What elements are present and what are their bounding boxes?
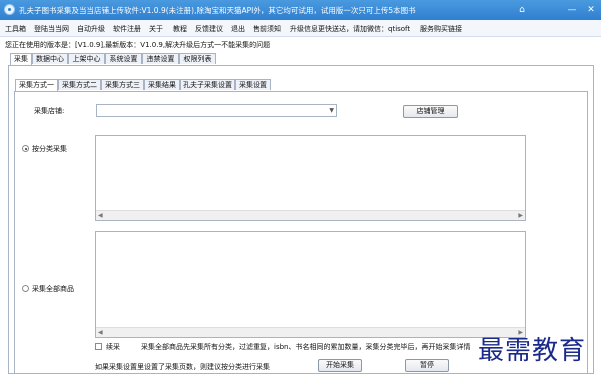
menu-tutorial[interactable]: 教程 xyxy=(173,24,187,34)
store-manage-button[interactable]: 店铺管理 xyxy=(403,105,458,118)
tab-kongfuzi-settings[interactable]: 孔夫子采集设置 xyxy=(180,79,235,90)
all-products-radio[interactable] xyxy=(22,285,29,292)
menu-purchase-link[interactable]: 服务购买链接 xyxy=(420,24,462,34)
tab-collect-results[interactable]: 采集结果 xyxy=(144,79,180,90)
page-limit-hint: 如果采集设置里设置了采集页数，则建议按分类进行采集 xyxy=(95,363,270,371)
menu-toolbox[interactable]: 工具箱 xyxy=(5,24,26,34)
watermark: 最需教育 xyxy=(478,336,587,366)
all-products-info: 采集全部商品先采集所有分类，过滤重复，isbn、书名相同的累加数量，采集分类完毕… xyxy=(141,343,471,351)
menu-wechat-info[interactable]: 升级信息更快送达，请加微信：qtisoft xyxy=(290,24,410,34)
menu-about[interactable]: 关于 xyxy=(149,24,163,34)
by-category-label: 按分类采集 xyxy=(32,145,67,153)
tab-permission-list[interactable]: 权限列表 xyxy=(179,53,216,64)
category-list[interactable]: ◀ ▶ xyxy=(95,135,526,221)
scroll-right-icon[interactable]: ▶ xyxy=(518,212,523,219)
chevron-down-icon: ▼ xyxy=(329,107,334,114)
store-select[interactable]: ▼ xyxy=(96,104,337,117)
continue-label: 续采 xyxy=(106,343,120,351)
menu-presale[interactable]: 售前须知 xyxy=(253,24,281,34)
menu-feedback[interactable]: 反馈建议 xyxy=(195,24,223,34)
tab-prohibited-settings[interactable]: 违禁设置 xyxy=(142,53,179,64)
all-products-label: 采集全部商品 xyxy=(32,285,74,293)
close-button[interactable]: ✕ xyxy=(584,3,598,17)
menu-bar: 工具箱 登陆当当网 自动升级 软件注册 关于 教程 反馈建议 退出 售前须知 升… xyxy=(0,20,601,37)
app-icon xyxy=(4,4,15,15)
scroll-left-icon[interactable]: ◀ xyxy=(98,212,103,219)
version-notice: 您正在使用的版本是：[V1.0.9],最新版本：V1.0.9,解决升级后方式一不… xyxy=(5,41,271,49)
by-category-radio[interactable] xyxy=(22,145,29,152)
window-title: 孔夫子图书采集及当当店铺上传软件:V1.0.9(未注册),除淘宝和天猫API外，… xyxy=(19,6,416,15)
tab-system-settings[interactable]: 系统设置 xyxy=(105,53,142,64)
start-collect-button[interactable]: 开始采集 xyxy=(318,359,362,372)
tab-shelf-center[interactable]: 上架中心 xyxy=(68,53,105,64)
all-products-list[interactable]: ◀ ▶ xyxy=(95,231,526,338)
store-label: 采集店铺: xyxy=(34,107,65,115)
tab-method-2[interactable]: 采集方式二 xyxy=(58,79,101,90)
continue-checkbox[interactable] xyxy=(95,343,102,350)
tab-data-center[interactable]: 数据中心 xyxy=(32,53,68,64)
menu-login-dangdang[interactable]: 登陆当当网 xyxy=(34,24,69,34)
title-bar: 孔夫子图书采集及当当店铺上传软件:V1.0.9(未注册),除淘宝和天猫API外，… xyxy=(0,0,601,20)
menu-auto-update[interactable]: 自动升级 xyxy=(77,24,105,34)
tab-method-1[interactable]: 采集方式一 xyxy=(15,79,58,91)
tab-collect-settings[interactable]: 采集设置 xyxy=(235,79,271,90)
tab-collect[interactable]: 采集 xyxy=(10,53,32,65)
menu-exit[interactable]: 退出 xyxy=(231,24,245,34)
menu-register[interactable]: 软件注册 xyxy=(113,24,141,34)
scroll-left-icon[interactable]: ◀ xyxy=(98,329,103,336)
tab-method-3[interactable]: 采集方式三 xyxy=(101,79,144,90)
pause-button[interactable]: 暂停 xyxy=(405,359,449,372)
category-list-scrollbar[interactable]: ◀ ▶ xyxy=(96,210,525,220)
minimize-button[interactable]: — xyxy=(565,3,579,17)
home-icon[interactable]: ⌂ xyxy=(515,3,529,17)
all-products-list-scrollbar[interactable]: ◀ ▶ xyxy=(96,327,525,337)
